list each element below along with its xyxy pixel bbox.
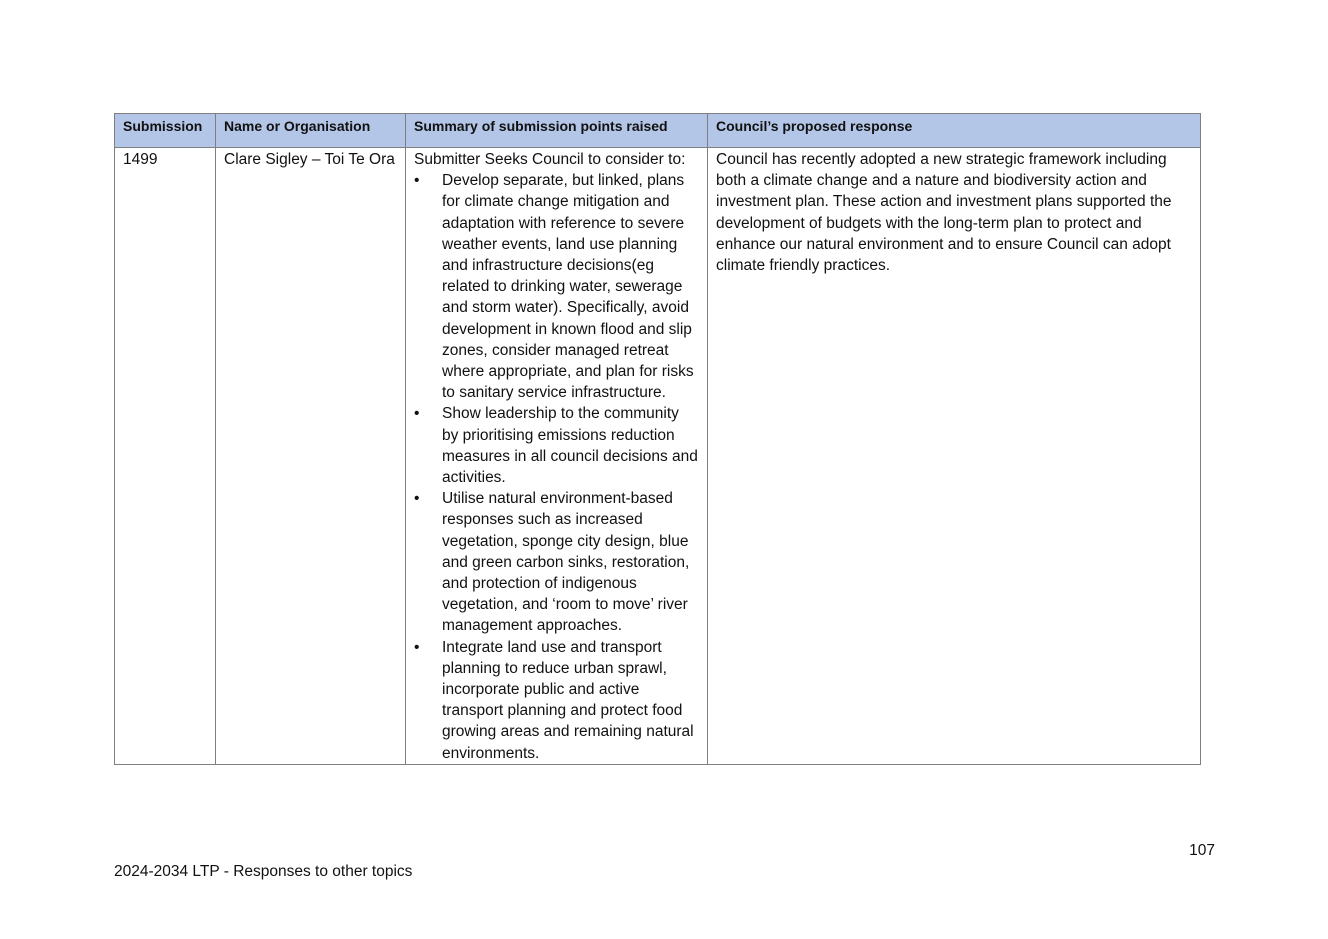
- table-row: 1499 Clare Sigley – Toi Te Ora Submitter…: [114, 147, 1201, 765]
- bullet-icon: •: [414, 638, 420, 656]
- council-response: Council has recently adopted a new strat…: [707, 147, 1201, 765]
- summary-point-text: Utilise natural environment-based respon…: [442, 490, 690, 635]
- header-council-response: Council’s proposed response: [707, 113, 1201, 148]
- bullet-icon: •: [414, 490, 420, 508]
- header-summary: Summary of submission points raised: [405, 113, 708, 148]
- submission-number: 1499: [114, 147, 216, 765]
- list-item: • Show leadership to the community by pr…: [414, 403, 699, 488]
- bullet-icon: •: [414, 172, 420, 190]
- list-item: • Develop separate, but linked, plans fo…: [414, 170, 699, 403]
- summary-point-text: Show leadership to the community by prio…: [442, 405, 698, 487]
- bullet-icon: •: [414, 405, 420, 423]
- list-item: • Integrate land use and transport plann…: [414, 637, 699, 764]
- header-name-or-organisation: Name or Organisation: [215, 113, 406, 148]
- submission-summary-cell: Submitter Seeks Council to consider to: …: [405, 147, 708, 765]
- table-header-row: Submission Name or Organisation Summary …: [114, 113, 1201, 148]
- summary-intro: Submitter Seeks Council to consider to:: [414, 151, 686, 168]
- summary-points-list: • Develop separate, but linked, plans fo…: [414, 170, 699, 764]
- submissions-table: Submission Name or Organisation Summary …: [114, 113, 1201, 765]
- list-item: • Utilise natural environment-based resp…: [414, 488, 699, 636]
- page-number: 107: [1189, 842, 1215, 859]
- summary-point-text: Integrate land use and transport plannin…: [442, 638, 694, 762]
- summary-point-text: Develop separate, but linked, plans for …: [442, 172, 694, 402]
- footer-text: 2024-2034 LTP - Responses to other topic…: [114, 863, 413, 880]
- header-submission: Submission: [114, 113, 216, 148]
- submitter-name: Clare Sigley – Toi Te Ora: [215, 147, 406, 765]
